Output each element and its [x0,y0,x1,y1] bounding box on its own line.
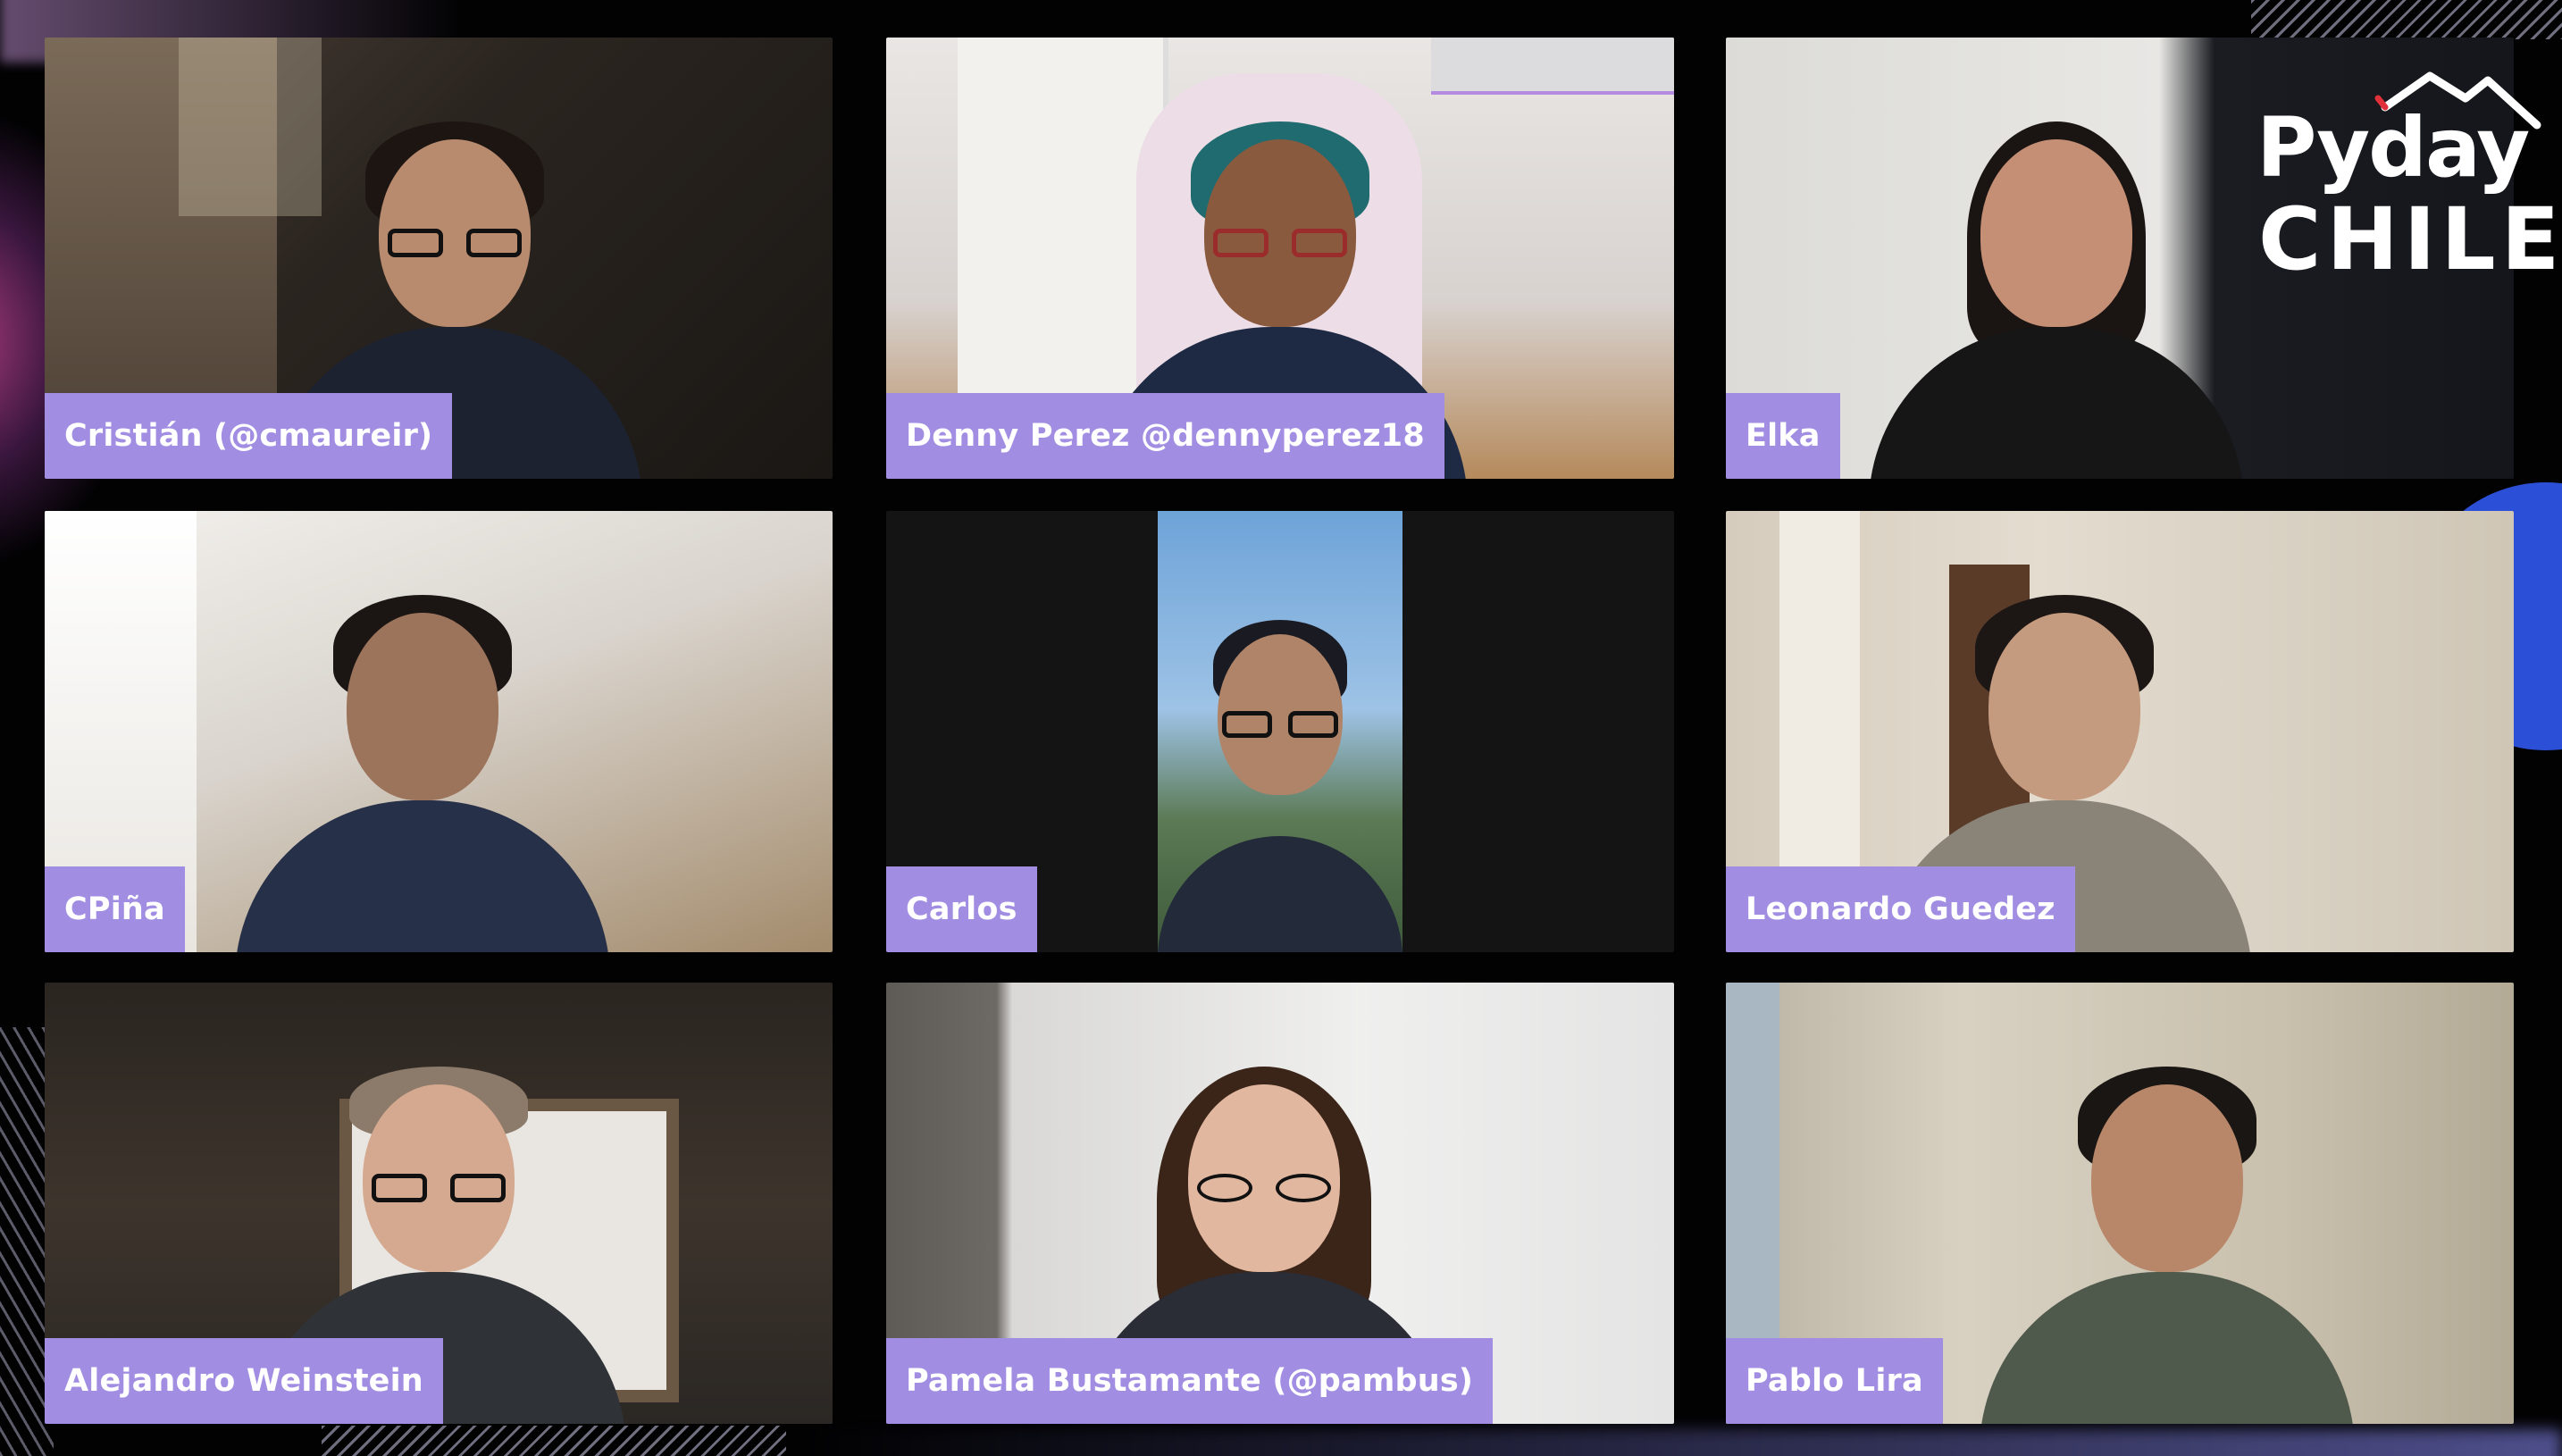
participant-name-tag: Elka [1726,393,1840,479]
participant-tile-carlos[interactable]: Carlos [886,511,1674,952]
participant-video [1158,511,1402,952]
participant-name-tag: Pamela Bustamante (@pambus) [886,1338,1494,1424]
participant-tile-cpina[interactable]: CPiña [45,511,833,952]
participant-name-tag: Alejandro Weinstein [45,1338,443,1424]
participant-silhouette [235,595,611,952]
participant-silhouette [1158,613,1402,952]
participant-silhouette [1869,121,2245,479]
participant-tile-leonardo[interactable]: Leonardo Guedez [1726,511,2514,952]
video-call-stage: Cristián (@cmaureir) Denny Perez @dennyp… [0,0,2562,1456]
participant-tile-cristian[interactable]: Cristián (@cmaureir) [45,38,833,479]
logo-text-pyday: Pyday [2256,100,2530,196]
participant-name-tag: Cristián (@cmaureir) [45,393,453,479]
pyday-chile-logo: Pyday CHILE [2251,71,2559,282]
decorative-hatch-bottom [322,1426,786,1456]
participant-name-tag: Carlos [886,866,1037,952]
participant-name-tag: CPiña [45,866,185,952]
logo-text-chile: CHILE [2258,189,2562,289]
decorative-glow-bottom [804,1429,2562,1456]
participant-name-tag: Denny Perez @dennyperez18 [886,393,1444,479]
participant-tile-alejandro[interactable]: Alejandro Weinstein [45,983,833,1424]
participant-tile-denny[interactable]: Denny Perez @dennyperez18 [886,38,1674,479]
participant-tile-pamela[interactable]: Pamela Bustamante (@pambus) [886,983,1674,1424]
decorative-hatch-top-right [2251,0,2562,39]
participant-name-tag: Pablo Lira [1726,1338,1943,1424]
participant-tile-pablo[interactable]: Pablo Lira [1726,983,2514,1424]
participant-name-tag: Leonardo Guedez [1726,866,2075,952]
participant-silhouette [1979,1067,2355,1424]
